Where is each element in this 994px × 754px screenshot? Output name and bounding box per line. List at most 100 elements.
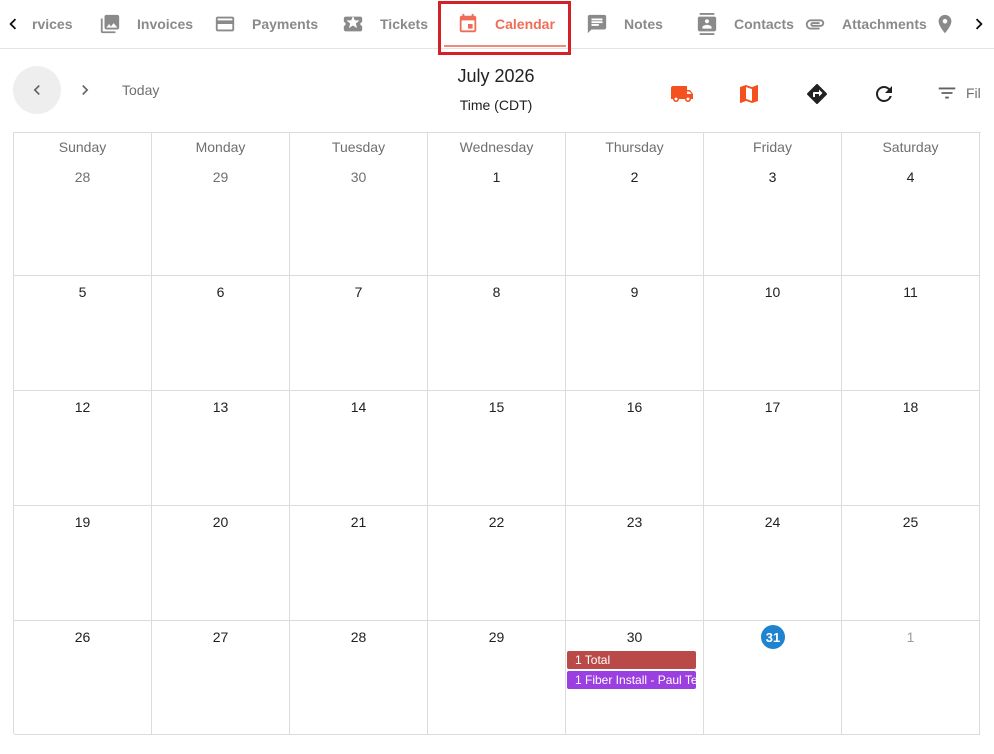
day-number[interactable]: 2 [566,169,703,185]
day-cell[interactable]: 13 [152,391,290,506]
day-number[interactable]: 7 [290,284,427,300]
day-cell[interactable]: 15 [428,391,566,506]
map-button[interactable] [735,80,763,108]
tab-attachments[interactable]: Attachments [803,0,927,48]
day-number[interactable]: 4 [842,169,979,185]
day-number[interactable]: 14 [290,399,427,415]
day-number[interactable]: 1 [842,629,979,645]
tab-notes-label: Notes [624,16,663,32]
day-cell[interactable]: 14 [290,391,428,506]
day-number[interactable]: 12 [14,399,151,415]
day-number[interactable]: 13 [152,399,289,415]
day-cell[interactable]: 16 [566,391,704,506]
day-cell[interactable]: 10 [704,276,842,391]
weekday-header: Tuesday [331,139,386,155]
day-number[interactable]: 16 [566,399,703,415]
day-cell[interactable]: 5 [14,276,152,391]
day-cell[interactable]: 12 [14,391,152,506]
tab-invoices[interactable]: Invoices [98,0,193,48]
day-cell[interactable]: Tuesday 30 [290,133,428,276]
day-cell[interactable]: Friday 3 [704,133,842,276]
day-number[interactable]: 20 [152,514,289,530]
day-number[interactable]: 28 [290,629,427,645]
tabs-scroll-left-button[interactable] [2,12,24,36]
filter-button[interactable]: Fil [936,82,981,104]
day-cell[interactable]: 8 [428,276,566,391]
day-number[interactable]: 29 [152,169,289,185]
day-cell[interactable]: 21 [290,506,428,621]
today-date-badge[interactable]: 31 [761,625,785,649]
day-cell[interactable]: 19 [14,506,152,621]
day-number[interactable]: 1 [428,169,565,185]
day-cell[interactable]: Monday 29 [152,133,290,276]
day-cell[interactable]: 11 [842,276,980,391]
contact-card-icon [695,12,719,36]
tab-notes[interactable]: Notes [585,0,663,48]
day-number[interactable]: 25 [842,514,979,530]
tab-calendar[interactable]: Calendar [456,0,555,48]
day-cell[interactable]: 23 [566,506,704,621]
day-number[interactable]: 11 [842,284,979,300]
filter-label: Fil [966,85,981,101]
day-number[interactable]: 30 [566,629,703,645]
calendar-event[interactable]: 1 Total [567,651,696,669]
truck-button[interactable] [668,80,696,108]
tab-contacts-label: Contacts [734,16,794,32]
tab-contacts[interactable]: Contacts [695,0,794,48]
day-cell[interactable]: 24 [704,506,842,621]
day-cell[interactable]: 25 [842,506,980,621]
ticket-star-icon [341,12,365,36]
tab-tickets-label: Tickets [380,16,428,32]
day-number[interactable]: 24 [704,514,841,530]
day-number[interactable]: 10 [704,284,841,300]
tab-payments[interactable]: Payments [213,0,318,48]
day-cell[interactable]: 28 [290,621,428,735]
tab-location[interactable] [933,0,957,48]
refresh-button[interactable] [870,80,898,108]
weekday-header: Wednesday [459,139,534,155]
day-cell[interactable]: 1 [842,621,980,735]
day-cell[interactable]: Thursday 2 [566,133,704,276]
day-cell[interactable]: 27 [152,621,290,735]
day-number[interactable]: 23 [566,514,703,530]
day-number[interactable]: 3 [704,169,841,185]
day-number[interactable]: 28 [14,169,151,185]
day-number[interactable]: 6 [152,284,289,300]
day-cell[interactable]: Wednesday 1 [428,133,566,276]
day-cell[interactable]: 22 [428,506,566,621]
day-number[interactable]: 22 [428,514,565,530]
day-cell[interactable]: 31 [704,621,842,735]
day-cell[interactable]: 17 [704,391,842,506]
day-number[interactable]: 26 [14,629,151,645]
tab-services[interactable]: rvices [32,0,72,48]
day-number[interactable]: 15 [428,399,565,415]
directions-button[interactable] [803,80,831,108]
day-number[interactable]: 9 [566,284,703,300]
next-month-button[interactable] [73,78,97,102]
day-number[interactable]: 27 [152,629,289,645]
day-cell[interactable]: 26 [14,621,152,735]
day-number[interactable]: 17 [704,399,841,415]
day-number[interactable]: 21 [290,514,427,530]
day-cell[interactable]: 29 [428,621,566,735]
tab-tickets[interactable]: Tickets [341,0,428,48]
prev-month-button[interactable] [13,66,61,114]
day-number[interactable]: 29 [428,629,565,645]
calendar-event[interactable]: 1 Fiber Install - Paul Te [567,671,696,689]
credit-card-icon [213,12,237,36]
today-button[interactable]: Today [122,82,159,98]
day-cell[interactable]: Saturday 4 [842,133,980,276]
day-number[interactable]: 5 [14,284,151,300]
tabs-scroll-right-button[interactable] [968,12,990,36]
day-number[interactable]: 19 [14,514,151,530]
day-number[interactable]: 8 [428,284,565,300]
day-cell[interactable]: Sunday 28 [14,133,152,276]
day-cell[interactable]: 18 [842,391,980,506]
day-number[interactable]: 18 [842,399,979,415]
day-number[interactable]: 30 [290,169,427,185]
day-cell[interactable]: 30 1 Total 1 Fiber Install - Paul Te [566,621,704,735]
day-cell[interactable]: 7 [290,276,428,391]
day-cell[interactable]: 9 [566,276,704,391]
day-cell[interactable]: 6 [152,276,290,391]
day-cell[interactable]: 20 [152,506,290,621]
